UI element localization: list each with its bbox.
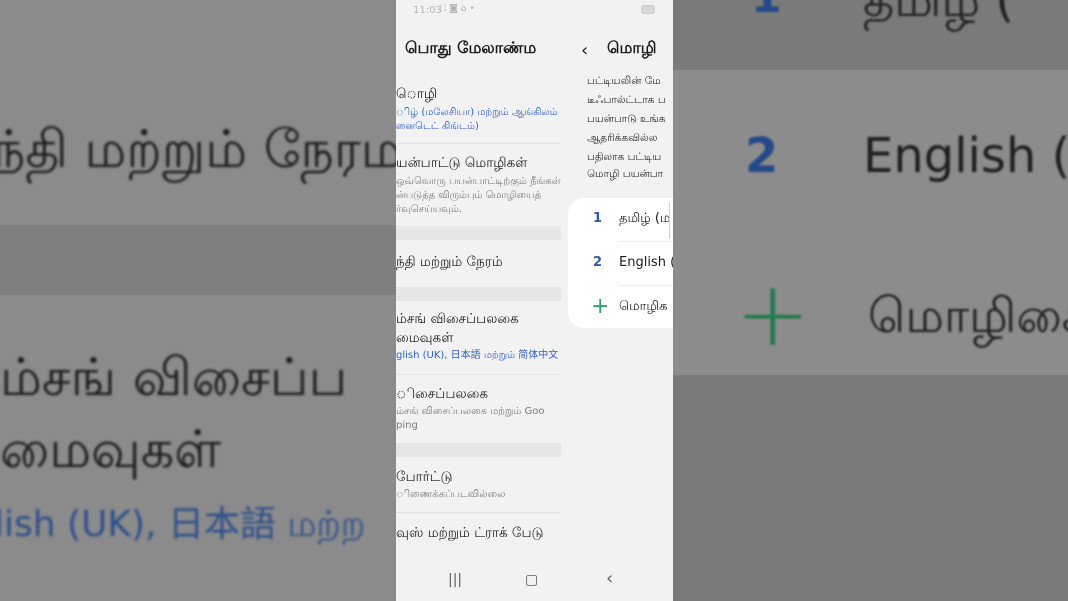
item-title: ம்சங் விசைப்பலகை xyxy=(396,311,519,327)
back-arrow-icon[interactable]: ‹ xyxy=(581,40,588,61)
item-subtitle: ிழ் (மலேசியா) மற்றும் ஆங்கிலம் xyxy=(396,107,558,118)
status-icons: ⛶ ◙ ⌂ • xyxy=(440,4,475,14)
description-line: மொழி பயன்பா xyxy=(587,168,664,180)
section-gap xyxy=(396,287,561,301)
language-list-card: 1 தமிழ் (ம 2 English (U + மொழிக xyxy=(568,198,673,328)
item-title: வுஸ் மற்றும் ட்ராக் பேடு xyxy=(396,525,544,541)
page-title: பொது மேலாண்ம xyxy=(405,38,537,57)
language-row-1[interactable]: 1 தமிழ் (ம xyxy=(568,198,673,242)
language-order: 1 xyxy=(593,211,603,226)
bg-text-date-time: ந்தி மற்றும் நேரம xyxy=(0,120,396,180)
screen: ந்தி மற்றும் நேரம ம்சங் விசைப்ப மைவுகள் … xyxy=(0,0,1068,601)
item-subtitle: glish (UK), 日本語 மற்றும் 简体中文 (ம xyxy=(396,350,561,361)
bg-band xyxy=(0,225,396,295)
language-name: English (U xyxy=(619,255,673,270)
battery-icon xyxy=(641,5,655,14)
menu-item-physical-keyboard[interactable]: போர்ட்டு ிணைக்கப்படவில்லை xyxy=(396,457,561,511)
item-subtitle: ர்வுசெய்யவும். xyxy=(396,204,463,215)
section-gap xyxy=(396,443,561,457)
description-line: பதிலாக பட்டிய xyxy=(587,151,662,163)
bg-text-tamil: தமிழ் ( xyxy=(863,0,1015,28)
language-row-2[interactable]: 2 English (U xyxy=(568,242,673,286)
language-name: தமிழ் (ம xyxy=(619,211,671,226)
background-right-zoom: 1 தமிழ் ( 2 English (U + மொழிகை xyxy=(673,0,1068,601)
bg-num-2: 2 xyxy=(745,128,779,184)
item-title: ந்தி மற்றும் நேரம் xyxy=(396,254,503,270)
description-line: பயன்பாடு உங்க xyxy=(587,113,666,125)
home-button[interactable]: ▢ xyxy=(525,572,538,588)
bg-text-keyboard: ம்சங் விசைப்ப xyxy=(0,348,348,408)
description-line: ஆதரிக்கவில்ல xyxy=(587,132,658,144)
item-title: போர்ட்டு xyxy=(396,469,453,485)
item-title: ொழி xyxy=(396,86,438,102)
add-language-button[interactable]: + மொழிக xyxy=(568,286,673,330)
recents-button[interactable]: ||| xyxy=(448,572,462,588)
back-nav-button[interactable]: ‹ xyxy=(606,568,613,589)
menu-item-keyboard-list[interactable]: ிசைப்பலகை ம்சங் விசைப்பலகை மற்றும் Goo p… xyxy=(396,375,561,441)
drag-handle[interactable] xyxy=(669,203,673,239)
status-time: 11:03 xyxy=(413,5,442,16)
item-subtitle: ம்சங் விசைப்பலகை மற்றும் Goo xyxy=(396,406,545,417)
add-language-label: மொழிக xyxy=(619,299,668,314)
bg-text-settings: மைவுகள் xyxy=(0,420,221,480)
menu-item-language[interactable]: ொழி ிழ் (மலேசியா) மற்றும் ஆங்கிலம் னைடெட… xyxy=(396,78,561,142)
item-title: ிசைப்பலகை xyxy=(396,386,488,402)
bg-text-add-language: மொழிகை xyxy=(868,288,1068,344)
description-line: டீஃபால்ட்டாக ப xyxy=(587,94,666,106)
bg-plus-icon: + xyxy=(735,262,811,367)
bg-text-english: English (U xyxy=(863,128,1068,184)
item-subtitle: ன்படுத்த விரும்பும் மொழியைத் xyxy=(396,190,542,201)
bg-num-1: 1 xyxy=(751,0,782,23)
item-subtitle: ிணைக்கப்படவில்லை xyxy=(396,489,506,500)
item-title-line2: மைவுகள் xyxy=(396,330,454,346)
menu-item-samsung-keyboard[interactable]: ம்சங் விசைப்பலகை மைவுகள் glish (UK), 日本語… xyxy=(396,301,561,373)
section-gap xyxy=(396,226,561,240)
menu-item-mouse-trackpad[interactable]: வுஸ் மற்றும் ட்ராக் பேடு xyxy=(396,513,561,557)
item-subtitle: ping xyxy=(396,420,418,431)
item-subtitle: ஒவ்வொரு பயன்பாட்டிற்கும் நீங்கள் xyxy=(396,176,561,187)
language-screen: ‹ மொழி பட்டியலின் மே டீஃபால்ட்டாக ப பயன்… xyxy=(561,0,673,601)
menu-item-app-languages[interactable]: யன்பாட்டு மொழிகள் ஒவ்வொரு பயன்பாட்டிற்கு… xyxy=(396,144,561,224)
general-management-screen: 11:03 ⛶ ◙ ⌂ • பொது மேலாண்ம ொழி ிழ் (மலேச… xyxy=(396,0,561,601)
item-title: யன்பாட்டு மொழிகள் xyxy=(396,155,528,171)
description-line: பட்டியலின் மே xyxy=(587,75,661,87)
plus-icon: + xyxy=(591,294,610,319)
bg-text-languages: lish (UK), 日本語 மற்ற xyxy=(0,504,366,545)
page-title: மொழி xyxy=(607,38,657,57)
menu-item-date-time[interactable]: ந்தி மற்றும் நேரம் xyxy=(396,240,561,286)
language-order: 2 xyxy=(593,255,603,270)
item-subtitle: னைடெட் கிங்டம்) xyxy=(396,121,479,132)
background-left-zoom: ந்தி மற்றும் நேரம ம்சங் விசைப்ப மைவுகள் … xyxy=(0,0,396,601)
